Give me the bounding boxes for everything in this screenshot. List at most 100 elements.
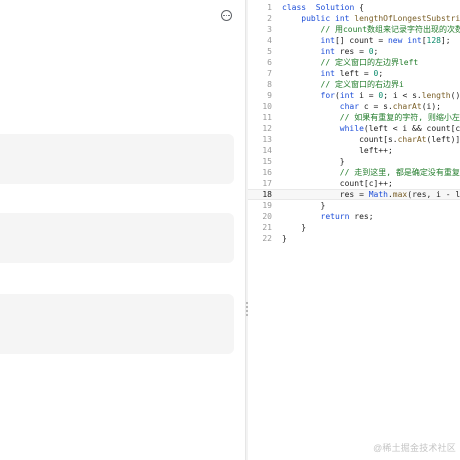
code-editor[interactable]: 1 class Solution {2 public int lengthOfLo… [248,0,460,460]
line-number: 12 [262,124,272,133]
code-line[interactable]: 17 count[c]++; [248,178,460,189]
line-number: 5 [267,47,272,56]
code-text: int[] count = new int[128]; [282,35,451,46]
code-line[interactable]: 9 for(int i = 0; i < s.length(); i+ [248,90,460,101]
line-number: 7 [267,69,272,78]
code-text: count[c]++; [282,178,393,189]
code-token: count[c]++; [282,179,393,188]
code-line[interactable]: 4 int[] count = new int[128]; [248,35,460,46]
code-token: } [282,223,307,232]
code-line[interactable]: 11 // 如果有重复的字符, 则缩小左边窗口 [248,112,460,123]
code-token: // 定义窗口的右边界i [320,80,404,89]
code-token: int [335,14,350,23]
code-line[interactable]: 8 // 定义窗口的右边界i [248,79,460,90]
code-text: count[s.charAt(left)]--; [282,134,460,145]
code-line[interactable]: 13 count[s.charAt(left)]--; [248,134,460,145]
code-token: charAt [392,102,422,111]
code-token: } [282,201,326,210]
code-line[interactable]: 18 res = Math.max(res, i - left [248,189,460,200]
line-number: 8 [267,80,272,89]
code-text: } [282,200,326,211]
code-line[interactable]: 19 } [248,200,460,211]
code-text: // 如果有重复的字符, 则缩小左边窗口 [282,112,460,123]
code-token: int [407,36,422,45]
code-token: // 定义窗口的左边界left [320,58,419,67]
code-line[interactable]: 14 left++; [248,145,460,156]
code-token: for [320,91,335,100]
code-line[interactable]: 22} [248,233,460,244]
code-line[interactable]: 6 // 定义窗口的左边界left [248,57,460,68]
line-number: 18 [262,190,272,199]
code-token: (left < i && count[c] > [363,124,460,133]
code-text: // 定义窗口的右边界i [282,79,404,90]
code-line[interactable]: 3 // 用count数组来记录字符出现的次数, 长 [248,24,460,35]
line-number: 6 [267,58,272,67]
code-text: for(int i = 0; i < s.length(); i+ [282,90,460,101]
code-token: left++; [282,146,393,155]
code-token: ; [378,69,384,78]
line-number: 21 [262,223,272,232]
line-number: 3 [267,25,272,34]
code-line[interactable]: 7 int left = 0; [248,68,460,79]
code-text: char c = s.charAt(i); [282,101,441,112]
code-token: (); i+ [450,91,460,100]
code-token: int [320,47,335,56]
code-text: } [282,156,345,167]
code-line[interactable]: 1 class Solution { [248,2,460,13]
code-token: ; [373,47,379,56]
line-number: 22 [262,234,272,243]
code-text: public int lengthOfLongestSubstring(S [282,13,460,24]
more-options-icon[interactable] [221,10,232,21]
code-text: int res = 0; [282,46,379,57]
code-token: [] count = [334,36,388,45]
code-text: } [282,233,287,244]
content-card-2[interactable] [0,213,234,263]
code-line[interactable]: 21 } [248,222,460,233]
code-line[interactable]: 5 int res = 0; [248,46,460,57]
code-token: int [320,69,335,78]
line-number: 11 [262,113,272,122]
code-line[interactable]: 2 public int lengthOfLongestSubstring(S [248,13,460,24]
code-text: int left = 0; [282,68,384,79]
code-text: class Solution { [282,2,364,13]
code-line[interactable]: 10 char c = s.charAt(i); [248,101,460,112]
line-number: 16 [262,168,272,177]
line-number: 15 [262,157,272,166]
code-token: (i); [421,102,441,111]
code-token: } [282,234,287,243]
line-number: 2 [267,14,272,23]
code-line[interactable]: 15 } [248,156,460,167]
code-line[interactable]: 16 // 走到这里, 都是确定没有重复的字符 [248,167,460,178]
code-text: return res; [282,211,374,222]
code-token: new [387,36,403,45]
code-token: ; i < s. [383,91,422,100]
code-token: c = s. [359,102,393,111]
code-token: charAt [397,135,427,144]
code-token: res; [349,212,374,221]
code-token: int [339,91,355,100]
content-card-3[interactable] [0,294,234,354]
code-token: lengthOfLongestSubstring [354,14,460,23]
code-token: Solution [315,3,355,12]
code-token: // 用count数组来记录字符出现的次数, 长 [320,25,460,34]
line-number: 20 [262,212,272,221]
code-line[interactable]: 20 return res; [248,211,460,222]
code-line[interactable]: 12 while(left < i && count[c] > [248,123,460,134]
watermark: @稀土掘金技术社区 [373,443,456,453]
line-number: 17 [262,179,272,188]
code-text: // 走到这里, 都是确定没有重复的字符 [282,167,460,178]
code-token: res = [282,190,369,199]
content-card-1[interactable] [0,134,234,184]
code-lines: 1 class Solution {2 public int lengthOfLo… [248,2,460,244]
left-panel [0,0,245,460]
